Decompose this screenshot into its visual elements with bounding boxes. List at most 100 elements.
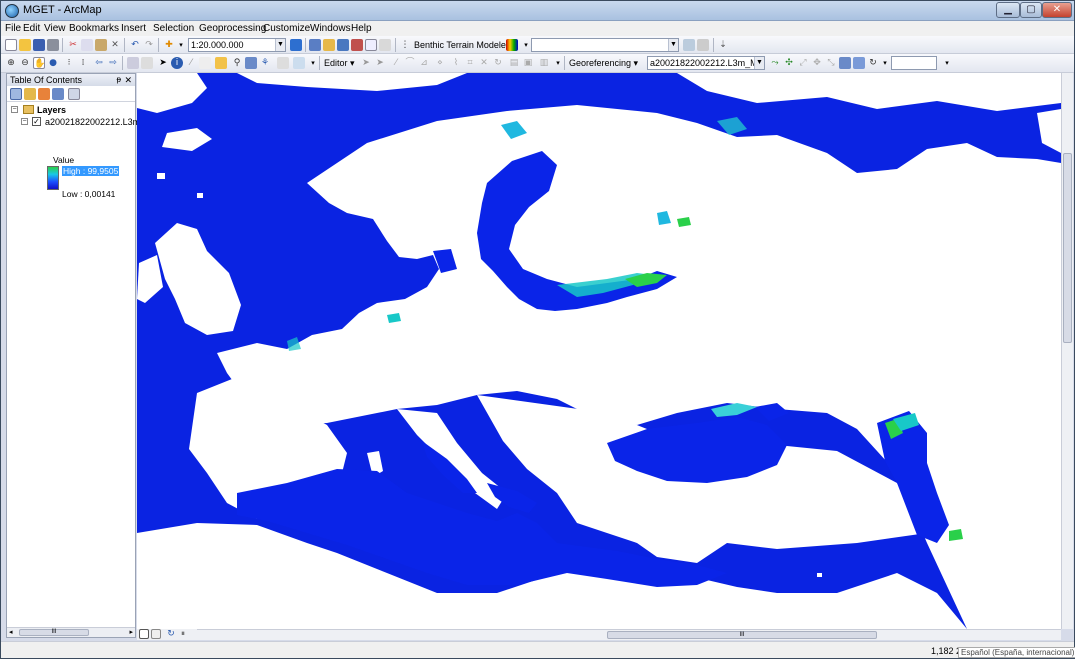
benthic-terrain-modeler-menu[interactable]: Benthic Terrain Modeler ▾ (414, 40, 516, 51)
python-window-icon[interactable] (365, 39, 377, 51)
map-horizontal-scrollbar[interactable]: III (137, 629, 1061, 640)
identify-icon[interactable]: i (171, 57, 183, 69)
close-button[interactable]: ✕ (1042, 2, 1072, 18)
print-icon[interactable] (47, 39, 59, 51)
model-builder-icon[interactable] (379, 39, 391, 51)
list-by-source-icon[interactable] (24, 88, 36, 100)
scroll-left-icon[interactable]: ◂ (9, 628, 13, 636)
map-view[interactable] (137, 73, 1061, 629)
trace-icon[interactable]: ⊿ (418, 57, 430, 69)
rotate-icon[interactable]: ↻ (492, 57, 504, 69)
sketch-properties-icon[interactable]: ▣ (522, 57, 534, 69)
georeferencing-layer-combo[interactable]: a20021822002212.L3m_MO_chl ▼ (647, 56, 765, 70)
benthic-extra-icon[interactable]: ⇣ (717, 39, 729, 51)
chevron-down-icon[interactable]: ▼ (668, 39, 678, 51)
editor-menu[interactable]: Editor ▾ (324, 58, 355, 69)
add-data-icon[interactable]: ✚ (163, 39, 175, 51)
menu-insert[interactable]: Insert (121, 23, 146, 34)
search-window-icon[interactable] (337, 39, 349, 51)
full-extent-icon[interactable]: ● (47, 57, 59, 69)
list-by-visibility-icon[interactable] (38, 88, 50, 100)
menu-selection[interactable]: Selection (153, 23, 194, 34)
open-folder-icon[interactable] (19, 39, 31, 51)
menu-customize[interactable]: Customize (263, 23, 310, 34)
locale-indicator[interactable]: Español (España, internacional) (958, 647, 1075, 658)
list-by-selection-icon[interactable] (52, 88, 64, 100)
rotate-dropdown-icon[interactable]: ▾ (879, 57, 891, 69)
measure-icon[interactable] (199, 57, 211, 69)
color-ramp-icon[interactable] (506, 39, 518, 51)
refresh-icon[interactable]: ↻ (165, 628, 177, 640)
forward-extent-icon[interactable]: ⇨ (107, 57, 119, 69)
collapse-icon[interactable]: − (21, 118, 28, 125)
maximize-button[interactable]: ▢ (1020, 2, 1042, 18)
pause-drawing-icon[interactable]: ⏸ (177, 628, 189, 640)
scroll-thumb[interactable] (1063, 153, 1072, 343)
cut-icon[interactable]: ✂ (67, 39, 79, 51)
data-view-icon[interactable] (139, 629, 149, 639)
catalog-icon[interactable] (323, 39, 335, 51)
back-extent-icon[interactable]: ⇦ (93, 57, 105, 69)
redo-icon[interactable]: ↷ (143, 39, 155, 51)
menu-file[interactable]: File (5, 23, 21, 34)
chevron-down-icon[interactable]: ▼ (275, 39, 285, 51)
georeferencing-menu[interactable]: Georeferencing ▾ (569, 58, 638, 69)
attributes-icon[interactable]: ▤ (508, 57, 520, 69)
chevron-down-icon[interactable]: ▼ (754, 57, 764, 69)
toolbar-dropdown-icon[interactable]: ▾ (941, 57, 953, 69)
toolbar-dropdown-icon[interactable]: ▾ (552, 57, 564, 69)
table-of-contents-icon[interactable] (309, 39, 321, 51)
split-icon[interactable]: ✕ (478, 57, 490, 69)
map-scale-combo[interactable]: 1:20.000.000 ▼ (188, 38, 286, 52)
menu-view[interactable]: View (44, 23, 66, 34)
add-data-dropdown-icon[interactable]: ▾ (175, 39, 187, 51)
minimize-button[interactable]: ▁ (996, 2, 1020, 18)
auto-registration-icon[interactable]: ⤡ (825, 57, 837, 69)
delete-icon[interactable]: ✕ (109, 39, 121, 51)
time-slider-icon[interactable] (277, 57, 289, 69)
paste-icon[interactable] (95, 39, 107, 51)
layers-group-row[interactable]: − Layers (11, 104, 131, 116)
hyperlink-icon[interactable]: ⚘ (259, 57, 271, 69)
rotation-angle-input[interactable] (891, 56, 937, 70)
rotate-view-icon[interactable]: ↻ (867, 57, 879, 69)
collapse-icon[interactable]: − (11, 106, 18, 113)
benthic-tool-icon[interactable] (683, 39, 695, 51)
toolbar-dropdown-icon[interactable]: ▾ (307, 57, 319, 69)
fixed-zoom-out-icon[interactable]: ⁞ (77, 57, 89, 69)
find-icon[interactable]: ⚲ (231, 57, 243, 69)
endpoint-arc-icon[interactable]: ⌒ (404, 57, 416, 69)
title-bar[interactable]: MGET - ArcMap ▁ ▢ ✕ (1, 1, 1074, 21)
viewer-icon[interactable] (853, 57, 865, 69)
map-vertical-scrollbar[interactable] (1061, 73, 1073, 629)
scroll-thumb[interactable]: III (19, 629, 89, 636)
benthic-chart-icon[interactable] (697, 39, 709, 51)
zoom-out-icon[interactable]: ⊖ (19, 57, 31, 69)
menu-geoprocessing[interactable]: Geoprocessing (199, 23, 266, 34)
layer-row[interactable]: − ✓ a20021822002212.L3m_N (21, 116, 152, 128)
scroll-thumb[interactable]: III (607, 631, 877, 639)
menu-edit[interactable]: Edit (23, 23, 40, 34)
menu-help[interactable]: Help (351, 23, 372, 34)
viewer-window-icon[interactable] (293, 57, 305, 69)
new-document-icon[interactable] (5, 39, 17, 51)
scroll-right-icon[interactable]: ▸ (129, 628, 133, 636)
view-link-table-icon[interactable] (839, 57, 851, 69)
arctoolbox-icon[interactable] (351, 39, 363, 51)
add-control-points-icon[interactable]: ✥ (811, 57, 823, 69)
cut-polygons-icon[interactable]: ⌗ (464, 57, 476, 69)
reshape-icon[interactable]: ⌇ (450, 57, 462, 69)
layout-view-icon[interactable] (151, 629, 161, 639)
go-to-xy-icon[interactable] (245, 57, 257, 69)
toc-options-icon[interactable] (68, 88, 80, 100)
menu-windows[interactable]: Windows (310, 23, 351, 34)
close-icon[interactable]: ✕ (124, 74, 132, 86)
save-icon[interactable] (33, 39, 45, 51)
edit-annotation-icon[interactable]: ➤ (374, 57, 386, 69)
straight-segment-icon[interactable]: ⁄ (390, 57, 402, 69)
layout-icon[interactable] (215, 57, 227, 69)
benthic-layer-combo[interactable]: ▼ (531, 38, 679, 52)
undo-icon[interactable]: ↶ (129, 39, 141, 51)
select-elements-icon[interactable]: ➤ (157, 57, 169, 69)
zoom-in-icon[interactable]: ⊕ (5, 57, 17, 69)
